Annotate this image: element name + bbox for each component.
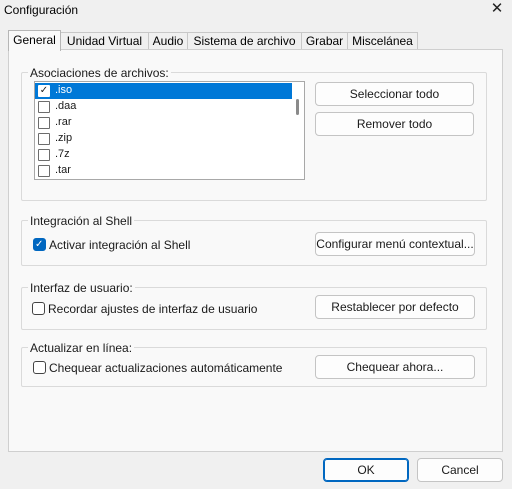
checkbox-icon[interactable] xyxy=(38,133,50,145)
remove-all-button[interactable]: Remover todo xyxy=(315,112,474,136)
close-icon[interactable]: ✕ xyxy=(487,0,507,18)
vertical-scrollbar[interactable] xyxy=(292,82,304,179)
list-item-label: .7z xyxy=(55,148,70,160)
checkbox-icon[interactable] xyxy=(38,117,50,129)
file-associations-label: Asociaciones de archivos: xyxy=(28,66,171,80)
shell-integration-label: Integración al Shell xyxy=(28,214,135,228)
select-all-button[interactable]: Seleccionar todo xyxy=(315,82,474,106)
checkbox-icon[interactable] xyxy=(38,101,50,113)
list-item-label: .tar xyxy=(55,164,71,176)
list-item-label: .iso xyxy=(55,84,73,96)
scrollbar-thumb[interactable] xyxy=(296,99,299,115)
user-interface-label: Interfaz de usuario: xyxy=(28,281,135,295)
reset-defaults-button[interactable]: Restablecer por defecto xyxy=(315,295,475,319)
online-update-label: Actualizar en línea: xyxy=(28,341,135,355)
check-icon: ✓ xyxy=(35,239,44,250)
auto-update-checkbox[interactable] xyxy=(33,361,46,374)
tab-unidad-virtual[interactable]: Unidad Virtual xyxy=(60,32,149,50)
list-item[interactable]: .tar xyxy=(35,163,294,179)
ok-button[interactable]: OK xyxy=(323,458,409,482)
list-item[interactable]: .rar xyxy=(35,115,294,131)
checkbox-icon[interactable] xyxy=(38,149,50,161)
remember-ui-settings-label[interactable]: Recordar ajustes de interfaz de usuario xyxy=(48,302,257,316)
list-item[interactable]: .zip xyxy=(35,131,294,147)
window-title: Configuración xyxy=(4,3,79,17)
checkbox-checked-icon[interactable]: ✓ xyxy=(38,85,50,97)
tab-sistema-de-archivo[interactable]: Sistema de archivo xyxy=(187,32,302,50)
check-now-button[interactable]: Chequear ahora... xyxy=(315,355,475,379)
list-item-label: .daa xyxy=(55,100,77,112)
list-item[interactable]: .7z xyxy=(35,147,294,163)
tab-miscelanea[interactable]: Miscelánea xyxy=(347,32,418,50)
tab-grabar[interactable]: Grabar xyxy=(301,32,348,50)
tab-audio[interactable]: Audio xyxy=(148,32,188,50)
shell-integration-checkbox[interactable]: ✓ xyxy=(33,238,46,251)
checkbox-icon[interactable] xyxy=(38,165,50,177)
cancel-button[interactable]: Cancel xyxy=(417,458,503,482)
tab-general[interactable]: General xyxy=(8,30,61,51)
list-item-label: .zip xyxy=(55,132,73,144)
file-associations-list[interactable]: ✓ .iso .daa .rar .zip .7z .tar xyxy=(34,81,305,180)
list-item[interactable]: .daa xyxy=(35,99,294,115)
list-item[interactable]: ✓ .iso xyxy=(35,83,294,99)
title-bar: Configuración ✕ xyxy=(0,0,512,22)
shell-integration-checkbox-label[interactable]: Activar integración al Shell xyxy=(49,238,190,252)
auto-update-label[interactable]: Chequear actualizaciones automáticamente xyxy=(49,361,282,375)
configure-context-menu-button[interactable]: Configurar menú contextual... xyxy=(315,232,475,256)
list-item-label: .rar xyxy=(55,116,72,128)
remember-ui-settings-checkbox[interactable] xyxy=(32,302,45,315)
